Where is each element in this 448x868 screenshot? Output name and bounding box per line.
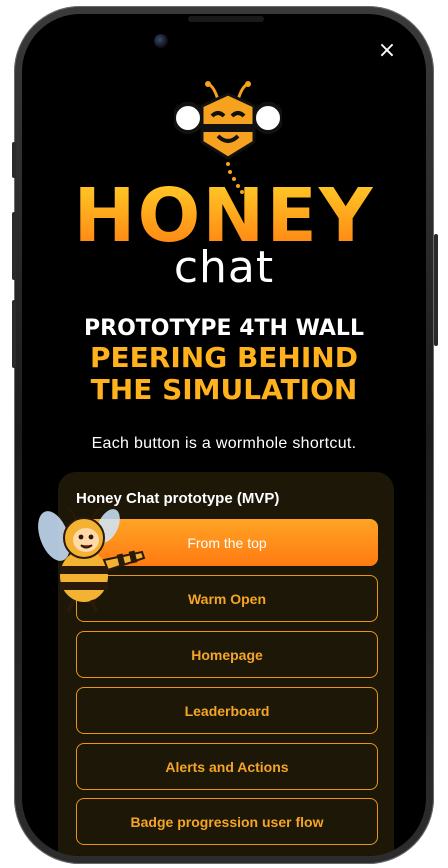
phone-screen: × HONEY chat PROTOTYPE 4TH WALL PEERING … bbox=[22, 14, 426, 856]
subheadline: PEERING BEHIND THE SIMULATION bbox=[22, 342, 426, 406]
close-button[interactable]: × bbox=[376, 40, 398, 62]
subheadline-line-2: THE SIMULATION bbox=[90, 373, 358, 406]
badge-progression-button[interactable]: Badge progression user flow bbox=[76, 798, 378, 845]
card-title: Honey Chat prototype (MVP) bbox=[76, 490, 280, 507]
headline: PROTOTYPE 4TH WALL bbox=[84, 316, 364, 341]
front-camera bbox=[154, 34, 168, 48]
subheadline-line-1: PEERING BEHIND bbox=[90, 341, 358, 374]
phone-side-button bbox=[12, 142, 16, 178]
brand-chat-wordmark: chat bbox=[173, 242, 275, 293]
homepage-button[interactable]: Homepage bbox=[76, 631, 378, 678]
leaderboard-button[interactable]: Leaderboard bbox=[76, 687, 378, 734]
phone-volume-down-button bbox=[12, 300, 16, 368]
bee-mascot-icon bbox=[38, 508, 146, 613]
alerts-and-actions-button[interactable]: Alerts and Actions bbox=[76, 743, 378, 790]
phone-volume-up-button bbox=[12, 212, 16, 280]
phone-power-button bbox=[434, 234, 438, 346]
speaker-grille bbox=[188, 16, 264, 22]
tagline: Each button is a wormhole shortcut. bbox=[91, 435, 357, 452]
